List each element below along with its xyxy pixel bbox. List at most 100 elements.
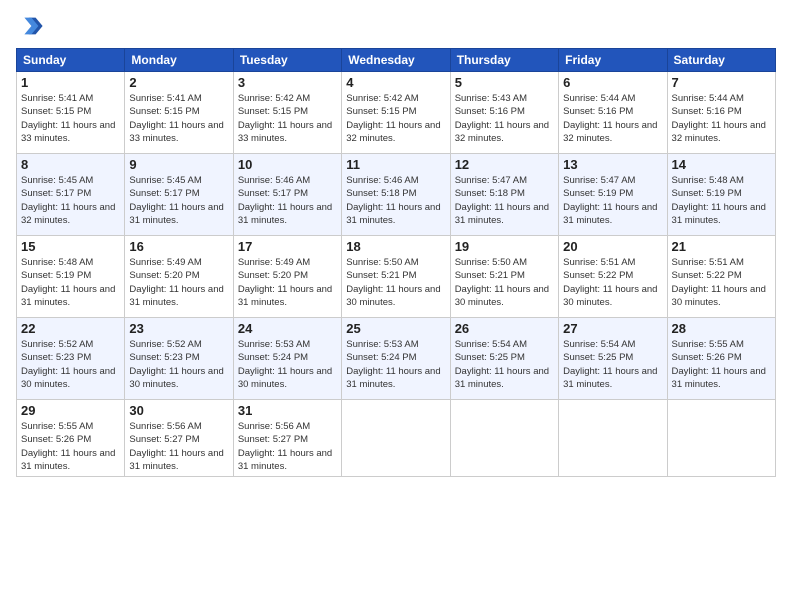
calendar-cell: 12 Sunrise: 5:47 AM Sunset: 5:18 PM Dayl… (450, 154, 558, 236)
daylight: Daylight: 11 hours and 32 minutes. (21, 202, 115, 226)
day-number: 30 (129, 403, 228, 418)
sunrise: Sunrise: 5:48 AM (21, 257, 93, 268)
sunrise: Sunrise: 5:48 AM (672, 175, 744, 186)
sunrise: Sunrise: 5:42 AM (238, 93, 310, 104)
day-info: Sunrise: 5:46 AM Sunset: 5:17 PM Dayligh… (238, 174, 337, 227)
sunrise: Sunrise: 5:47 AM (563, 175, 635, 186)
daylight: Daylight: 11 hours and 31 minutes. (563, 202, 657, 226)
daylight: Daylight: 11 hours and 31 minutes. (346, 366, 440, 390)
sunset: Sunset: 5:24 PM (346, 352, 416, 363)
daylight: Daylight: 11 hours and 31 minutes. (129, 202, 223, 226)
calendar-cell: 31 Sunrise: 5:56 AM Sunset: 5:27 PM Dayl… (233, 400, 341, 477)
weekday-header: Wednesday (342, 49, 450, 72)
sunrise: Sunrise: 5:44 AM (672, 93, 744, 104)
calendar-cell: 23 Sunrise: 5:52 AM Sunset: 5:23 PM Dayl… (125, 318, 233, 400)
header (16, 12, 776, 40)
day-number: 14 (672, 157, 771, 172)
day-number: 2 (129, 75, 228, 90)
sunrise: Sunrise: 5:49 AM (129, 257, 201, 268)
sunrise: Sunrise: 5:42 AM (346, 93, 418, 104)
calendar-cell: 22 Sunrise: 5:52 AM Sunset: 5:23 PM Dayl… (17, 318, 125, 400)
calendar-cell: 28 Sunrise: 5:55 AM Sunset: 5:26 PM Dayl… (667, 318, 775, 400)
day-info: Sunrise: 5:48 AM Sunset: 5:19 PM Dayligh… (21, 256, 120, 309)
sunset: Sunset: 5:24 PM (238, 352, 308, 363)
calendar-cell: 21 Sunrise: 5:51 AM Sunset: 5:22 PM Dayl… (667, 236, 775, 318)
calendar-cell: 14 Sunrise: 5:48 AM Sunset: 5:19 PM Dayl… (667, 154, 775, 236)
calendar-cell: 3 Sunrise: 5:42 AM Sunset: 5:15 PM Dayli… (233, 72, 341, 154)
day-info: Sunrise: 5:45 AM Sunset: 5:17 PM Dayligh… (129, 174, 228, 227)
calendar-cell: 29 Sunrise: 5:55 AM Sunset: 5:26 PM Dayl… (17, 400, 125, 477)
day-number: 23 (129, 321, 228, 336)
sunset: Sunset: 5:17 PM (238, 188, 308, 199)
calendar-week: 1 Sunrise: 5:41 AM Sunset: 5:15 PM Dayli… (17, 72, 776, 154)
sunset: Sunset: 5:22 PM (563, 270, 633, 281)
sunrise: Sunrise: 5:53 AM (346, 339, 418, 350)
day-info: Sunrise: 5:56 AM Sunset: 5:27 PM Dayligh… (129, 420, 228, 473)
sunset: Sunset: 5:19 PM (563, 188, 633, 199)
sunrise: Sunrise: 5:45 AM (129, 175, 201, 186)
sunset: Sunset: 5:15 PM (21, 106, 91, 117)
day-info: Sunrise: 5:41 AM Sunset: 5:15 PM Dayligh… (21, 92, 120, 145)
daylight: Daylight: 11 hours and 31 minutes. (129, 284, 223, 308)
daylight: Daylight: 11 hours and 30 minutes. (129, 366, 223, 390)
calendar-cell: 20 Sunrise: 5:51 AM Sunset: 5:22 PM Dayl… (559, 236, 667, 318)
calendar-cell: 30 Sunrise: 5:56 AM Sunset: 5:27 PM Dayl… (125, 400, 233, 477)
daylight: Daylight: 11 hours and 33 minutes. (129, 120, 223, 144)
day-info: Sunrise: 5:50 AM Sunset: 5:21 PM Dayligh… (455, 256, 554, 309)
sunrise: Sunrise: 5:54 AM (563, 339, 635, 350)
calendar-cell: 8 Sunrise: 5:45 AM Sunset: 5:17 PM Dayli… (17, 154, 125, 236)
calendar-cell: 19 Sunrise: 5:50 AM Sunset: 5:21 PM Dayl… (450, 236, 558, 318)
daylight: Daylight: 11 hours and 31 minutes. (238, 284, 332, 308)
sunset: Sunset: 5:21 PM (346, 270, 416, 281)
logo-icon (16, 12, 44, 40)
day-number: 19 (455, 239, 554, 254)
daylight: Daylight: 11 hours and 30 minutes. (21, 366, 115, 390)
daylight: Daylight: 11 hours and 30 minutes. (238, 366, 332, 390)
sunset: Sunset: 5:16 PM (672, 106, 742, 117)
sunset: Sunset: 5:19 PM (672, 188, 742, 199)
calendar-week: 22 Sunrise: 5:52 AM Sunset: 5:23 PM Dayl… (17, 318, 776, 400)
daylight: Daylight: 11 hours and 30 minutes. (455, 284, 549, 308)
sunset: Sunset: 5:15 PM (238, 106, 308, 117)
day-info: Sunrise: 5:48 AM Sunset: 5:19 PM Dayligh… (672, 174, 771, 227)
sunset: Sunset: 5:25 PM (563, 352, 633, 363)
day-info: Sunrise: 5:43 AM Sunset: 5:16 PM Dayligh… (455, 92, 554, 145)
sunrise: Sunrise: 5:56 AM (238, 421, 310, 432)
day-info: Sunrise: 5:44 AM Sunset: 5:16 PM Dayligh… (563, 92, 662, 145)
daylight: Daylight: 11 hours and 30 minutes. (672, 284, 766, 308)
sunset: Sunset: 5:23 PM (21, 352, 91, 363)
sunset: Sunset: 5:19 PM (21, 270, 91, 281)
sunset: Sunset: 5:26 PM (672, 352, 742, 363)
header-row: SundayMondayTuesdayWednesdayThursdayFrid… (17, 49, 776, 72)
day-number: 4 (346, 75, 445, 90)
sunset: Sunset: 5:18 PM (346, 188, 416, 199)
calendar-week: 8 Sunrise: 5:45 AM Sunset: 5:17 PM Dayli… (17, 154, 776, 236)
calendar-week: 29 Sunrise: 5:55 AM Sunset: 5:26 PM Dayl… (17, 400, 776, 477)
daylight: Daylight: 11 hours and 31 minutes. (563, 366, 657, 390)
day-number: 3 (238, 75, 337, 90)
sunset: Sunset: 5:26 PM (21, 434, 91, 445)
calendar-cell: 1 Sunrise: 5:41 AM Sunset: 5:15 PM Dayli… (17, 72, 125, 154)
sunrise: Sunrise: 5:51 AM (563, 257, 635, 268)
calendar-cell: 24 Sunrise: 5:53 AM Sunset: 5:24 PM Dayl… (233, 318, 341, 400)
day-info: Sunrise: 5:53 AM Sunset: 5:24 PM Dayligh… (346, 338, 445, 391)
weekday-header: Friday (559, 49, 667, 72)
daylight: Daylight: 11 hours and 32 minutes. (563, 120, 657, 144)
calendar-cell: 5 Sunrise: 5:43 AM Sunset: 5:16 PM Dayli… (450, 72, 558, 154)
sunrise: Sunrise: 5:55 AM (21, 421, 93, 432)
sunset: Sunset: 5:18 PM (455, 188, 525, 199)
calendar-cell: 26 Sunrise: 5:54 AM Sunset: 5:25 PM Dayl… (450, 318, 558, 400)
calendar-cell (667, 400, 775, 477)
daylight: Daylight: 11 hours and 30 minutes. (346, 284, 440, 308)
calendar: SundayMondayTuesdayWednesdayThursdayFrid… (16, 48, 776, 477)
daylight: Daylight: 11 hours and 31 minutes. (672, 366, 766, 390)
day-number: 25 (346, 321, 445, 336)
day-number: 28 (672, 321, 771, 336)
calendar-cell: 6 Sunrise: 5:44 AM Sunset: 5:16 PM Dayli… (559, 72, 667, 154)
day-info: Sunrise: 5:50 AM Sunset: 5:21 PM Dayligh… (346, 256, 445, 309)
day-info: Sunrise: 5:52 AM Sunset: 5:23 PM Dayligh… (21, 338, 120, 391)
daylight: Daylight: 11 hours and 31 minutes. (672, 202, 766, 226)
sunset: Sunset: 5:17 PM (21, 188, 91, 199)
day-info: Sunrise: 5:45 AM Sunset: 5:17 PM Dayligh… (21, 174, 120, 227)
sunset: Sunset: 5:27 PM (238, 434, 308, 445)
